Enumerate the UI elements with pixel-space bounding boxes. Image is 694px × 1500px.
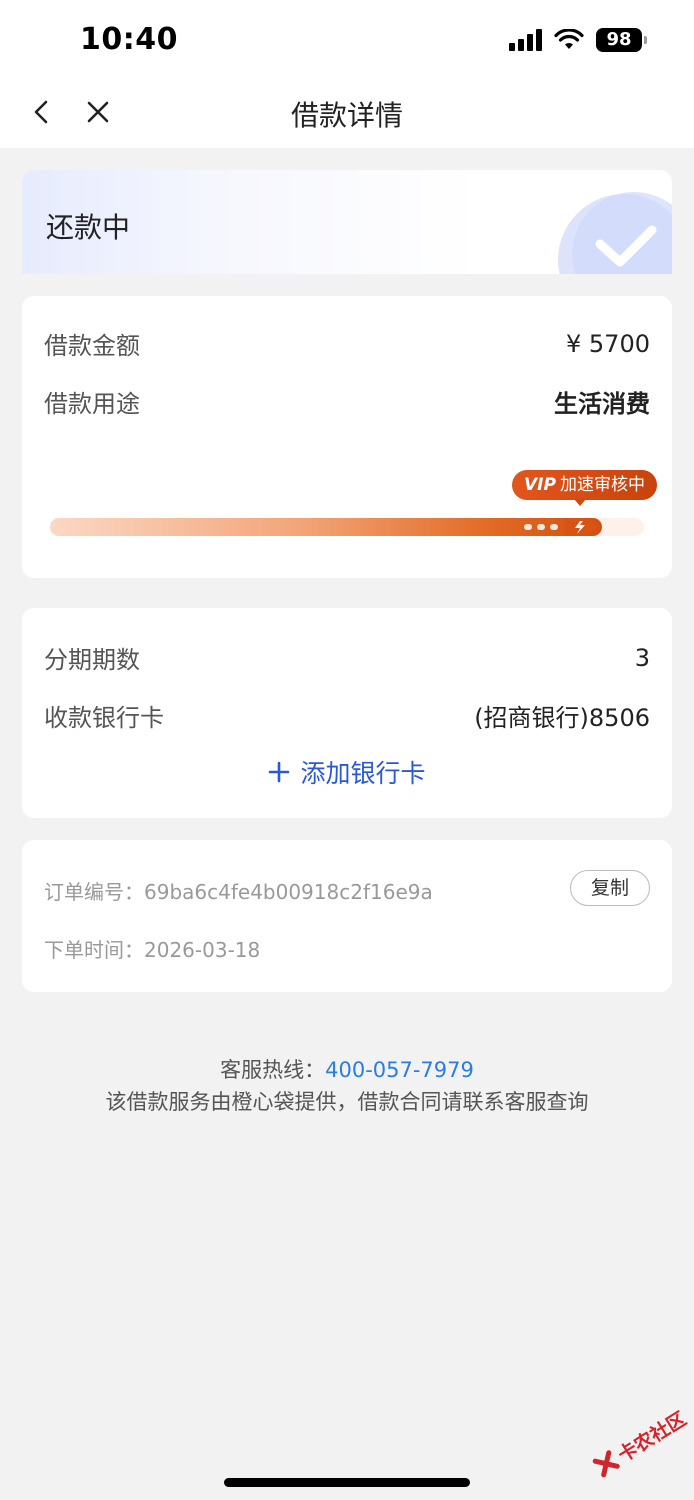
wifi-icon [554,29,584,49]
copy-order-number-button[interactable]: 复制 [570,870,650,906]
lightning-arrow-icon [564,518,598,536]
installment-periods-value: 3 [634,643,650,672]
progress-dots [524,524,558,530]
add-bank-card-label: 添加银行卡 [300,759,426,788]
watermark-text: 卡农社区 [613,1407,691,1467]
vip-label: VIP [524,475,556,495]
order-info-card: 订单编号：69ba6c4fe4b00918c2f16e9a 复制 下单时间：20… [22,840,672,992]
receiving-bank-value: (招商银行)8506 [474,704,650,732]
order-number-label: 订单编号： [44,880,144,904]
loan-status-card: 还款中 [22,170,672,274]
hotline-number-link[interactable]: 400-057-7979 [325,1058,474,1082]
loan-amount-row: 借款金额 ¥ 5700 [44,326,650,361]
community-watermark: 卡农社区 [581,1390,694,1494]
installment-card: 分期期数 3 收款银行卡 (招商银行)8506 添加银行卡 [22,608,672,818]
battery-icon: 98 [596,28,647,52]
review-progress-fill [50,518,603,536]
loan-purpose-label: 借款用途 [44,390,140,418]
cellular-signal-icon [509,29,542,51]
receiving-bank-label: 收款银行卡 [44,704,164,732]
order-number-row: 订单编号：69ba6c4fe4b00918c2f16e9a [44,876,433,905]
loan-info-card: 借款金额 ¥ 5700 借款用途 生活消费 VIP 加速审核中 [22,296,672,578]
loan-status-text: 还款中 [46,211,131,244]
order-time-label: 下单时间： [44,938,144,962]
page-title: 借款详情 [290,99,403,132]
status-time: 10:40 [80,22,178,57]
vip-review-badge: VIP 加速审核中 [512,470,657,506]
loan-amount-value: ¥ 5700 [566,329,650,358]
receiving-bank-row: 收款银行卡 (招商银行)8506 [44,698,650,733]
loan-amount-label: 借款金额 [44,332,140,360]
plus-icon [269,761,290,783]
add-bank-card-button[interactable]: 添加银行卡 [22,754,672,790]
loan-purpose-value: 生活消费 [554,390,650,418]
hotline-label: 客服热线： [220,1058,326,1082]
status-bar: 10:40 98 [0,0,694,78]
customer-service-line: 客服热线：400-057-7979 [0,1054,694,1084]
home-indicator [224,1478,470,1487]
vip-status-text: 加速审核中 [559,475,645,495]
status-icons: 98 [509,28,647,52]
nav-bar: 借款详情 [0,78,694,148]
installment-periods-row: 分期期数 3 [44,640,650,675]
order-time-row: 下单时间：2026-03-18 [44,934,260,963]
review-progress-bar [50,518,644,536]
order-time-value: 2026-03-18 [144,938,261,962]
order-number-value: 69ba6c4fe4b00918c2f16e9a [144,880,433,904]
installment-periods-label: 分期期数 [44,646,140,674]
loan-purpose-row: 借款用途 生活消费 [44,384,650,419]
service-notice: 该借款服务由橙心袋提供，借款合同请联系客服查询 [105,1090,589,1114]
check-circle-icon [558,192,672,274]
